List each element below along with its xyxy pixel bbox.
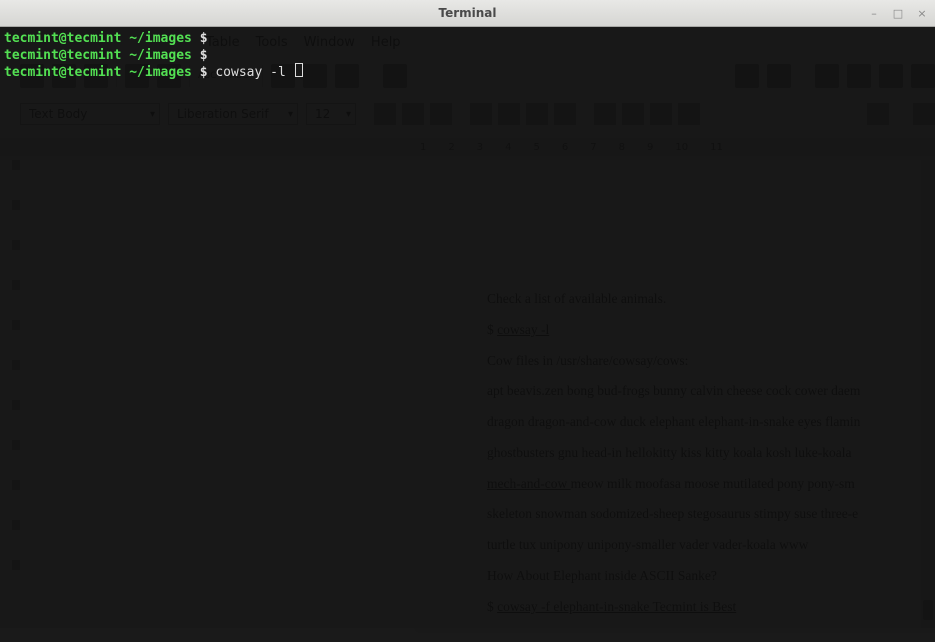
prompt-user: tecmint@tecmint <box>4 47 121 64</box>
terminal-line: tecmint@tecmint ~/images $ <box>4 47 931 64</box>
prompt-symbol: $ <box>200 64 208 81</box>
prompt-path: ~/images <box>129 30 192 47</box>
prompt-user: tecmint@tecmint <box>4 64 121 81</box>
terminal-body[interactable]: tecmint@tecmint ~/images $ tecmint@tecmi… <box>0 27 935 84</box>
cursor-icon <box>295 63 303 77</box>
command-text: cowsay -l <box>215 64 293 81</box>
prompt-path: ~/images <box>129 47 192 64</box>
prompt-symbol: $ <box>200 47 208 64</box>
prompt-symbol: $ <box>200 30 208 47</box>
titlebar-controls: – □ × <box>867 6 929 20</box>
terminal-line: tecmint@tecmint ~/images $ <box>4 30 931 47</box>
terminal-line: tecmint@tecmint ~/images $ cowsay -l <box>4 64 931 81</box>
prompt-path: ~/images <box>129 64 192 81</box>
close-button[interactable]: × <box>915 6 929 20</box>
maximize-button[interactable]: □ <box>891 6 905 20</box>
minimize-button[interactable]: – <box>867 6 881 20</box>
terminal-window: Terminal – □ × tecmint@tecmint ~/images … <box>0 0 935 628</box>
titlebar[interactable]: Terminal – □ × <box>0 0 935 27</box>
window-title: Terminal <box>438 6 496 20</box>
prompt-user: tecmint@tecmint <box>4 30 121 47</box>
